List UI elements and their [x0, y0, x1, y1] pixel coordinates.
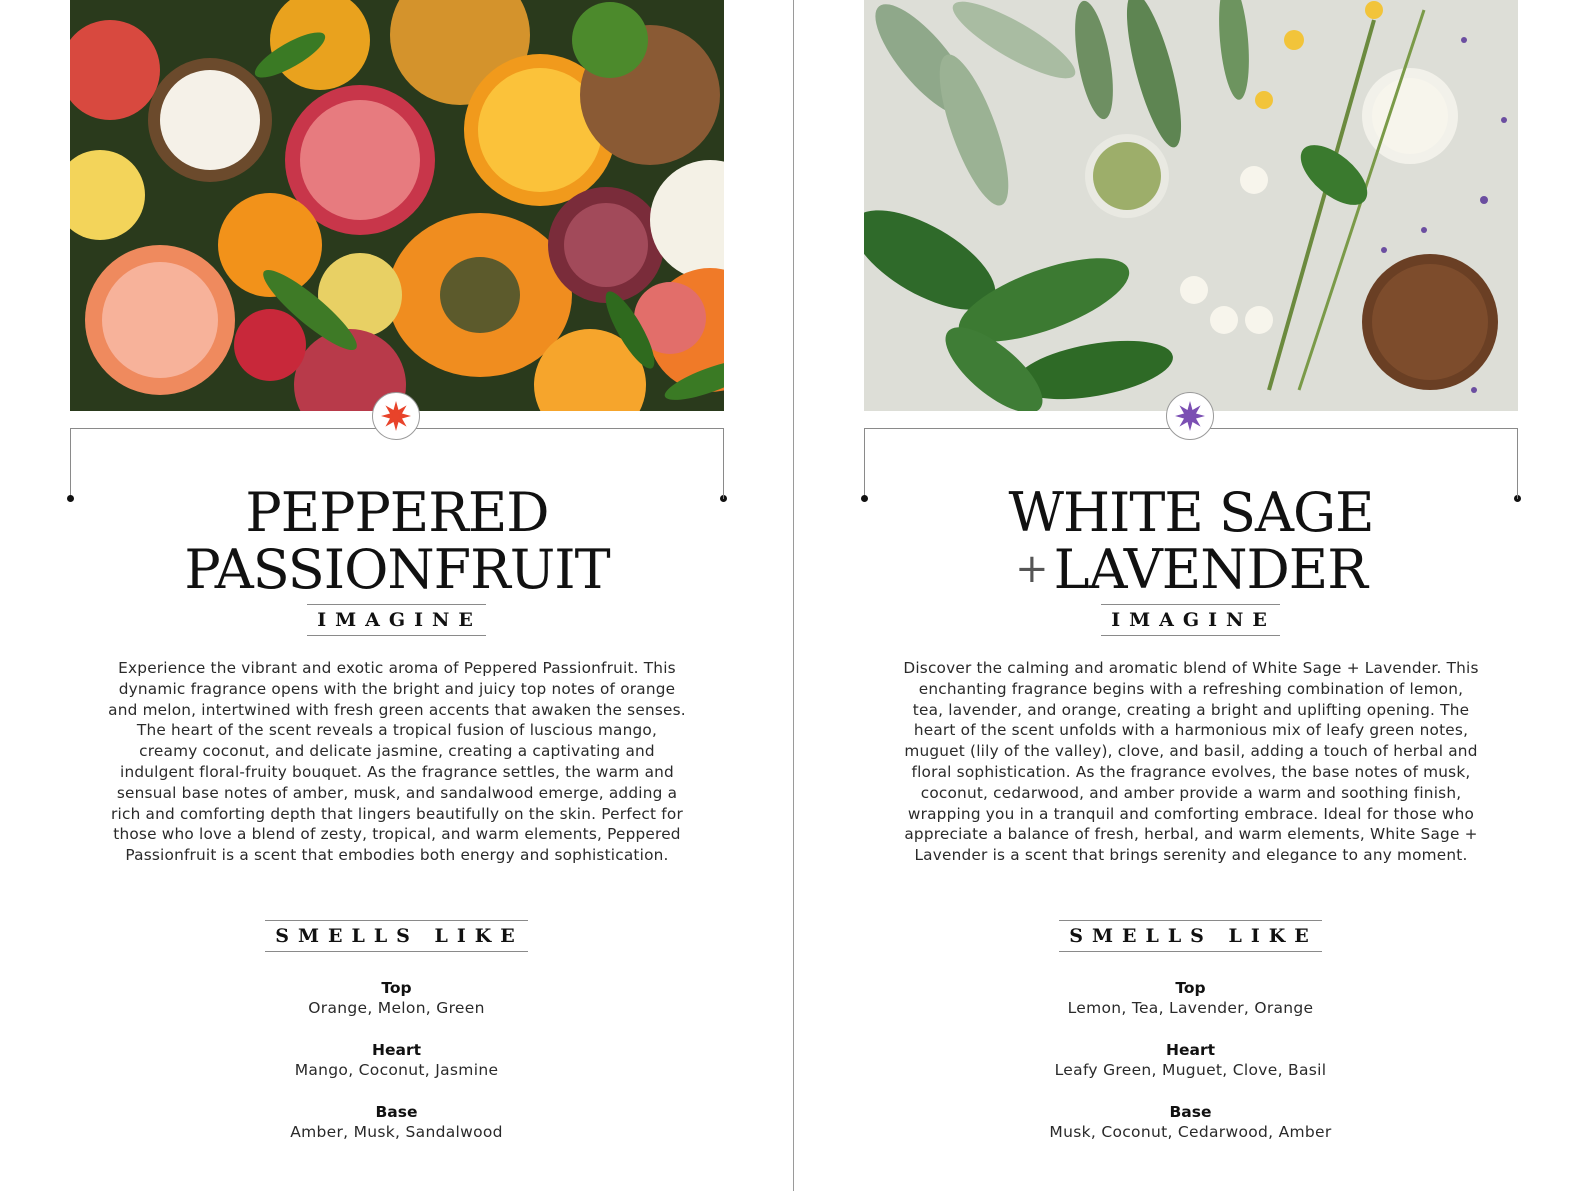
badge-emblem [372, 392, 420, 440]
scent-notes: Top Lemon, Tea, Lavender, Orange Heart L… [794, 978, 1587, 1164]
note-heading: Top [381, 979, 412, 997]
frame-dot-right [1514, 495, 1521, 502]
note-top: Top Lemon, Tea, Lavender, Orange [794, 978, 1587, 1018]
smells-like-heading: SMELLS LIKE [794, 920, 1587, 952]
smells-like-label: SMELLS LIKE [265, 920, 528, 952]
note-heading: Top [1175, 979, 1206, 997]
fragrance-card-white-sage-lavender: WHITE SAGE + LAVENDER IMAGINE Discover th… [794, 0, 1587, 1191]
star-burst-icon [1175, 401, 1205, 431]
note-heading: Base [375, 1103, 418, 1121]
note-heart: Heart Mango, Coconut, Jasmine [0, 1040, 793, 1080]
title-line-1: PEPPERED [245, 481, 549, 545]
frame-dot-left [861, 495, 868, 502]
herbs-and-lavender-photo [864, 0, 1518, 411]
title-line-2: LAVENDER [1053, 538, 1368, 602]
smells-like-heading: SMELLS LIKE [0, 920, 793, 952]
note-values: Leafy Green, Muguet, Clove, Basil [1054, 1061, 1327, 1079]
title-plus: + [1015, 546, 1049, 593]
frame-dot-left [67, 495, 74, 502]
badge-emblem [1166, 392, 1214, 440]
star-burst-icon [381, 401, 411, 431]
note-heading: Heart [1166, 1041, 1215, 1059]
title-line-2: PASSIONFRUIT [184, 538, 610, 602]
note-values: Lemon, Tea, Lavender, Orange [1067, 999, 1314, 1017]
scent-notes: Top Orange, Melon, Green Heart Mango, Co… [0, 978, 793, 1164]
imagine-label: IMAGINE [307, 604, 486, 636]
note-heart: Heart Leafy Green, Muguet, Clove, Basil [794, 1040, 1587, 1080]
note-base: Base Musk, Coconut, Cedarwood, Amber [794, 1102, 1587, 1142]
fragrance-description: Experience the vibrant and exotic aroma … [108, 659, 686, 865]
imagine-heading: IMAGINE [794, 604, 1587, 636]
note-top: Top Orange, Melon, Green [0, 978, 793, 1018]
frame-dot-right [720, 495, 727, 502]
note-heading: Base [1169, 1103, 1212, 1121]
note-values: Mango, Coconut, Jasmine [294, 1061, 499, 1079]
imagine-heading: IMAGINE [0, 604, 793, 636]
title-line-1: WHITE SAGE [1008, 481, 1374, 545]
note-base: Base Amber, Musk, Sandalwood [0, 1102, 793, 1142]
note-values: Amber, Musk, Sandalwood [290, 1123, 503, 1141]
fragrance-description: Discover the calming and aromatic blend … [903, 659, 1479, 865]
note-values: Orange, Melon, Green [308, 999, 485, 1017]
imagine-label: IMAGINE [1101, 604, 1280, 636]
fragrance-title: PEPPERED PASSIONFRUIT [90, 484, 704, 598]
tropical-fruit-photo [70, 0, 724, 411]
smells-like-label: SMELLS LIKE [1059, 920, 1322, 952]
fragrance-card-peppered-passionfruit: PEPPERED PASSIONFRUIT IMAGINE Experience… [0, 0, 793, 1191]
note-values: Musk, Coconut, Cedarwood, Amber [1049, 1123, 1332, 1141]
fragrance-title: WHITE SAGE + LAVENDER [884, 484, 1498, 598]
note-heading: Heart [372, 1041, 421, 1059]
title-line-2-group: + LAVENDER [884, 541, 1498, 598]
